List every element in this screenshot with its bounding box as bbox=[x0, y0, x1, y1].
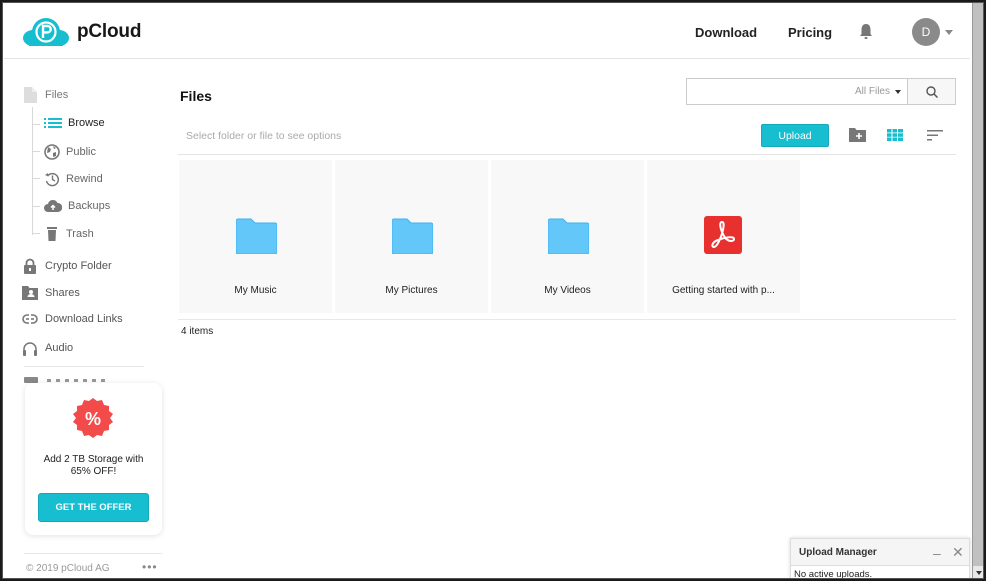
sidebar-item-label: Download Links bbox=[45, 313, 123, 325]
items-count: 4 items bbox=[181, 326, 214, 337]
sidebar-item-label: Public bbox=[66, 146, 96, 158]
sidebar-item-download-links[interactable]: Download Links bbox=[22, 313, 123, 325]
sidebar-item-label: Shares bbox=[45, 286, 80, 299]
svg-text:%: % bbox=[85, 409, 101, 429]
minimize-icon[interactable]: – bbox=[933, 545, 941, 561]
close-icon[interactable]: ✕ bbox=[952, 544, 964, 561]
search-button[interactable] bbox=[907, 79, 955, 104]
brand-name: pCloud bbox=[77, 21, 142, 42]
sidebar-item-label: Backups bbox=[68, 200, 111, 212]
chevron-down-icon[interactable] bbox=[945, 30, 953, 35]
folder-icon bbox=[548, 218, 589, 254]
tree-line bbox=[32, 107, 33, 235]
folder-icon bbox=[236, 218, 277, 254]
search-input[interactable] bbox=[687, 79, 855, 104]
upload-manager-panel: Upload Manager – ✕ No active uploads. bbox=[790, 538, 970, 579]
link-icon bbox=[22, 314, 38, 324]
file-icon bbox=[22, 87, 38, 103]
sort-icon[interactable] bbox=[927, 130, 943, 141]
history-icon bbox=[45, 172, 60, 187]
caret-down-icon bbox=[895, 89, 901, 94]
tree-branch bbox=[32, 233, 40, 234]
more-options-icon[interactable]: ••• bbox=[142, 560, 158, 574]
sidebar-item-label: Trash bbox=[66, 227, 94, 240]
tree-branch bbox=[32, 206, 40, 207]
sidebar-item-trash[interactable]: Trash bbox=[44, 226, 94, 241]
file-tile[interactable]: My Videos bbox=[491, 160, 644, 313]
search-bar: All Files bbox=[686, 78, 956, 105]
sidebar-item-label: Rewind bbox=[66, 173, 103, 185]
sidebar-item-backups[interactable]: Backups bbox=[44, 199, 110, 213]
file-name: My Videos bbox=[544, 285, 591, 296]
footer-divider bbox=[24, 553, 162, 554]
sidebar-item-label: Files bbox=[45, 89, 69, 101]
get-offer-button[interactable]: GET THE OFFER bbox=[38, 493, 149, 522]
browser-window: pCloud Download Pricing D Files Browse P… bbox=[2, 2, 984, 579]
file-name: My Pictures bbox=[385, 285, 438, 296]
nav-download[interactable]: Download bbox=[695, 25, 757, 40]
selection-hint: Select folder or file to see options bbox=[186, 130, 342, 142]
cloud-upload-icon bbox=[44, 199, 62, 212]
tree-branch bbox=[32, 124, 40, 125]
nav-pricing[interactable]: Pricing bbox=[788, 25, 832, 40]
user-avatar[interactable]: D bbox=[912, 18, 940, 46]
sidebar-item-public[interactable]: Public bbox=[44, 144, 96, 160]
sidebar-item-label: Browse bbox=[68, 117, 105, 129]
shared-folder-icon bbox=[22, 286, 38, 300]
scroll-down-button[interactable] bbox=[973, 566, 983, 578]
vertical-scrollbar[interactable] bbox=[972, 3, 983, 578]
sidebar-item-shares[interactable]: Shares bbox=[22, 285, 80, 300]
sidebar-divider bbox=[24, 366, 144, 367]
toolbar-divider bbox=[178, 154, 956, 155]
trash-icon bbox=[47, 227, 57, 241]
sidebar-item-label: Crypto Folder bbox=[45, 260, 112, 272]
sidebar-item-hidden bbox=[47, 379, 105, 382]
promo-text: Add 2 TB Storage with 65% OFF! bbox=[43, 454, 144, 477]
logo[interactable]: pCloud bbox=[21, 16, 141, 48]
globe-icon bbox=[44, 144, 60, 160]
grid-divider bbox=[178, 319, 956, 320]
sidebar-item-files[interactable]: Files bbox=[22, 87, 68, 103]
tree-branch bbox=[32, 151, 40, 152]
top-header: pCloud Download Pricing D bbox=[4, 4, 970, 59]
pcloud-logo-icon bbox=[23, 18, 69, 46]
pdf-icon bbox=[704, 216, 742, 254]
grid-view-icon[interactable] bbox=[887, 129, 903, 141]
search-filter-label: All Files bbox=[854, 86, 890, 97]
caret-down-icon bbox=[976, 571, 982, 575]
file-tile[interactable]: My Pictures bbox=[335, 160, 488, 313]
new-folder-icon[interactable] bbox=[849, 128, 866, 142]
list-icon bbox=[44, 118, 62, 128]
search-icon bbox=[925, 85, 938, 98]
discount-badge-icon: % bbox=[73, 398, 113, 438]
lock-icon bbox=[24, 258, 36, 274]
file-tile[interactable]: My Music bbox=[179, 160, 332, 313]
sidebar-item-rewind[interactable]: Rewind bbox=[44, 171, 103, 187]
page-title: Files bbox=[180, 88, 212, 104]
sidebar-item-crypto-folder[interactable]: Crypto Folder bbox=[22, 258, 112, 274]
upload-button[interactable]: Upload bbox=[761, 124, 829, 147]
search-filter-dropdown[interactable]: All Files bbox=[855, 79, 907, 104]
page: pCloud Download Pricing D Files Browse P… bbox=[4, 4, 970, 579]
sidebar-item-label: Audio bbox=[45, 342, 74, 354]
file-tile[interactable]: Getting started with p... bbox=[647, 160, 800, 313]
folder-icon bbox=[392, 218, 433, 254]
file-name: My Music bbox=[234, 285, 277, 296]
promo-card: % Add 2 TB Storage with 65% OFF! GET THE… bbox=[25, 383, 162, 535]
sidebar-item-audio[interactable]: Audio bbox=[22, 340, 73, 356]
bell-icon[interactable] bbox=[859, 23, 873, 40]
copyright: © 2019 pCloud AG bbox=[26, 563, 110, 574]
upload-status: No active uploads. bbox=[794, 569, 873, 579]
file-name: Getting started with p... bbox=[672, 285, 775, 296]
upload-manager-header[interactable]: Upload Manager – ✕ bbox=[791, 539, 969, 566]
headphones-icon bbox=[23, 342, 37, 356]
tree-branch bbox=[32, 178, 40, 179]
upload-manager-title: Upload Manager bbox=[799, 547, 877, 558]
sidebar-item-browse[interactable]: Browse bbox=[44, 117, 105, 129]
